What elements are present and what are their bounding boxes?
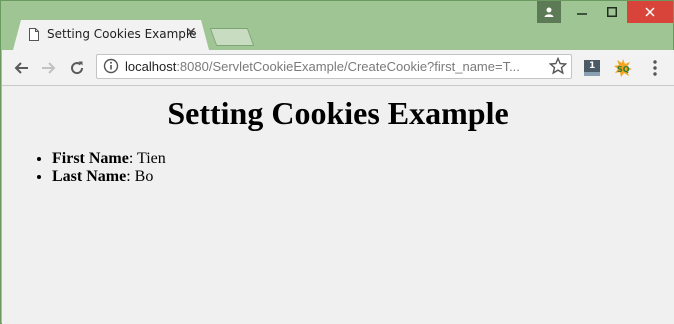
svg-text:SQ: SQ [617, 65, 630, 74]
item-value: : Tien [128, 150, 166, 167]
sq-extension-icon[interactable]: SQ [613, 58, 633, 78]
document-icon [29, 28, 39, 41]
minimize-button[interactable] [567, 1, 597, 23]
url-text[interactable]: localhost:8080/ServletCookieExample/Crea… [125, 59, 543, 74]
browser-window: Setting Cookies Example ✕ localhost:8080… [0, 0, 674, 324]
item-value: : Bo [126, 168, 154, 185]
item-label: Last Name [52, 168, 127, 185]
user-profile-icon[interactable] [537, 1, 561, 23]
extension-badge-icon[interactable]: 1 [582, 58, 602, 78]
menu-kebab-icon[interactable] [645, 58, 665, 78]
browser-toolbar: localhost:8080/ServletCookieExample/Crea… [2, 50, 674, 86]
reload-icon[interactable] [66, 57, 88, 79]
tab-close-icon[interactable]: ✕ [185, 25, 197, 41]
new-tab-button[interactable] [209, 28, 255, 46]
tab-title: Setting Cookies Example [47, 27, 197, 41]
info-icon[interactable] [103, 58, 119, 74]
extension-badge-count: 1 [589, 61, 596, 71]
bookmark-star-icon[interactable] [549, 57, 567, 75]
tab-active[interactable]: Setting Cookies Example ✕ [13, 20, 209, 50]
window-caption-buttons [537, 1, 673, 23]
page-content: Setting Cookies Example First Name: Tien… [2, 86, 674, 324]
close-window-button[interactable] [627, 1, 673, 23]
page-heading: Setting Cookies Example [167, 95, 509, 131]
back-arrow-icon[interactable] [10, 57, 32, 79]
maximize-button[interactable] [597, 1, 627, 23]
url-host: localhost [125, 59, 177, 74]
list-item: First Name: Tien [52, 150, 166, 168]
list-item: Last Name: Bo [52, 168, 166, 186]
item-label: First Name [52, 150, 129, 167]
url-path: :8080/ServletCookieExample/CreateCookie?… [176, 59, 520, 74]
cookie-list: First Name: Tien Last Name: Bo [12, 150, 166, 186]
address-bar[interactable]: localhost:8080/ServletCookieExample/Crea… [96, 54, 572, 79]
forward-arrow-icon[interactable] [38, 57, 60, 79]
